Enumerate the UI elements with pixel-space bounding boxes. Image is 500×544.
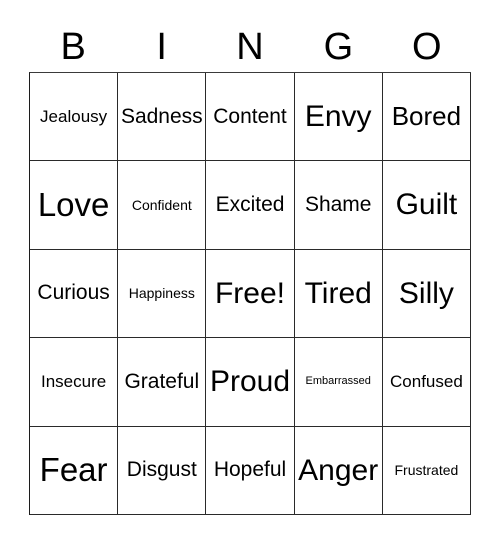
- bingo-row: Jealousy Sadness Content Envy Bored: [30, 73, 472, 162]
- bingo-cell-label: Curious: [37, 281, 110, 305]
- bingo-cell-label: Sadness: [120, 104, 203, 128]
- bingo-header-letter-i: I: [117, 22, 205, 72]
- bingo-cell[interactable]: Fear: [30, 426, 119, 516]
- bingo-cell-label: Grateful: [124, 369, 200, 393]
- bingo-cell-label: Silly: [398, 276, 454, 310]
- bingo-cell[interactable]: Frustrated: [382, 426, 472, 516]
- bingo-cell-label: Content: [213, 104, 287, 128]
- bingo-row: Curious Happiness Free! Tired Silly: [30, 249, 472, 339]
- bingo-cell-label: Guilt: [395, 188, 458, 222]
- bingo-header-letter-b: B: [29, 22, 117, 72]
- bingo-cell[interactable]: Guilt: [382, 161, 472, 250]
- header-letter-text: O: [412, 26, 442, 68]
- bingo-cell-label: Hopeful: [213, 458, 287, 482]
- header-letter-text: N: [236, 26, 264, 68]
- bingo-cell[interactable]: Disgust: [118, 426, 207, 516]
- bingo-header-row: B I N G O: [29, 22, 471, 72]
- bingo-cell-label: Embarrassed: [305, 375, 371, 388]
- bingo-cell[interactable]: Tired: [294, 249, 383, 339]
- bingo-cell[interactable]: Sadness: [118, 73, 207, 162]
- bingo-cell-label: Shame: [304, 193, 372, 217]
- bingo-cell[interactable]: Envy: [294, 73, 383, 162]
- header-letter-text: B: [60, 26, 86, 68]
- bingo-cell-label: Proud: [209, 365, 291, 399]
- bingo-cell-label: Confused: [390, 372, 463, 391]
- bingo-cell-label: Confident: [131, 196, 192, 213]
- bingo-cell-label: Tired: [304, 276, 372, 310]
- header-letter-text: I: [156, 26, 167, 68]
- bingo-cell-label: Frustrated: [394, 461, 459, 478]
- bingo-cell[interactable]: Happiness: [118, 249, 207, 339]
- bingo-cell-label: Disgust: [126, 458, 197, 482]
- bingo-card: B I N G O Jealousy Sadness Content Envy …: [0, 0, 500, 544]
- bingo-cell[interactable]: Grateful: [118, 338, 207, 427]
- bingo-grid: Jealousy Sadness Content Envy Bored Love…: [29, 72, 472, 516]
- bingo-cell-label: Fear: [39, 451, 108, 488]
- bingo-cell[interactable]: Insecure: [30, 338, 119, 427]
- bingo-cell-label: Insecure: [41, 372, 107, 391]
- bingo-cell[interactable]: Excited: [206, 161, 295, 250]
- bingo-cell[interactable]: Content: [206, 73, 295, 162]
- bingo-cell-label: Bored: [391, 101, 462, 132]
- bingo-cell[interactable]: Anger: [294, 426, 383, 516]
- bingo-cell[interactable]: Bored: [382, 73, 472, 162]
- bingo-cell[interactable]: Shame: [294, 161, 383, 250]
- bingo-cell[interactable]: Love: [30, 161, 119, 250]
- bingo-cell-label: Excited: [215, 193, 285, 217]
- bingo-header-letter-g: G: [294, 22, 382, 72]
- bingo-cell-label: Jealousy: [40, 106, 108, 126]
- bingo-row: Love Confident Excited Shame Guilt: [30, 161, 472, 250]
- bingo-cell-label: Envy: [304, 99, 372, 133]
- bingo-cell[interactable]: Curious: [30, 249, 119, 339]
- bingo-cell[interactable]: Embarrassed: [294, 338, 383, 427]
- bingo-cell[interactable]: Silly: [382, 249, 472, 339]
- bingo-cell-label: Love: [37, 185, 110, 223]
- bingo-cell-label: Free!: [214, 276, 286, 310]
- bingo-cell[interactable]: Confused: [382, 338, 472, 427]
- bingo-cell[interactable]: Confident: [118, 161, 207, 250]
- bingo-header-letter-n: N: [206, 22, 294, 72]
- bingo-row: Fear Disgust Hopeful Anger Frustrated: [30, 426, 472, 516]
- bingo-cell[interactable]: Hopeful: [206, 426, 295, 516]
- bingo-cell-free[interactable]: Free!: [206, 249, 295, 339]
- bingo-cell[interactable]: Jealousy: [30, 73, 119, 162]
- bingo-cell-label: Happiness: [128, 285, 195, 302]
- bingo-row: Insecure Grateful Proud Embarrassed Conf…: [30, 338, 472, 427]
- bingo-cell[interactable]: Proud: [206, 338, 295, 427]
- bingo-header-letter-o: O: [383, 22, 471, 72]
- header-letter-text: G: [323, 26, 354, 68]
- bingo-cell-label: Anger: [298, 453, 379, 487]
